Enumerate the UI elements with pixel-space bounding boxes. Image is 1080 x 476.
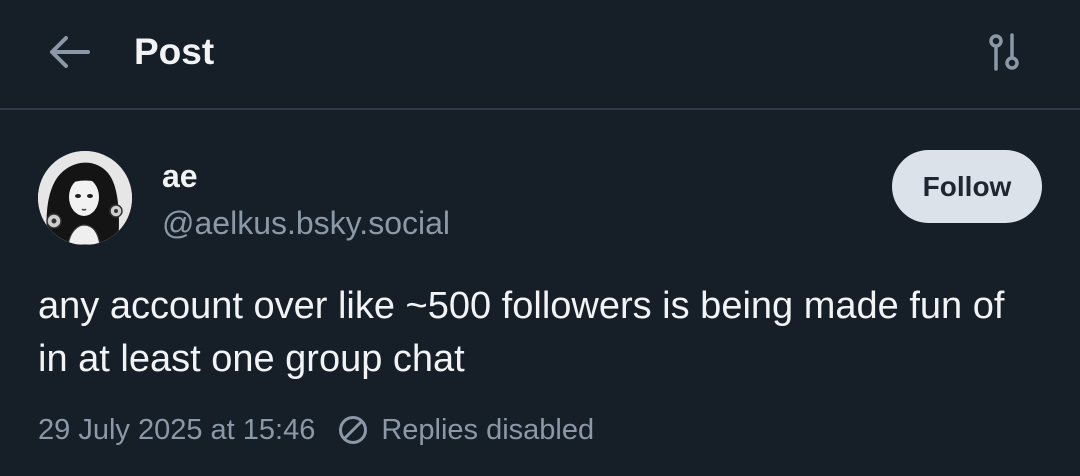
avatar[interactable] [38,151,132,245]
avatar-image [38,151,132,245]
post-timestamp[interactable]: 29 July 2025 at 15:46 [38,414,315,447]
replies-status: Replies disabled [381,413,595,446]
post-meta: 29 July 2025 at 15:46 Replies disabled [38,410,594,450]
author-handle[interactable]: @aelkus.bsky.social [162,203,450,243]
arrow-left-icon [50,36,90,68]
back-button[interactable] [40,26,96,78]
post-text: any account over like ~500 followers is … [38,285,1005,380]
follow-button[interactable]: Follow [892,150,1042,223]
page-title: Post [134,31,215,72]
circle-slash-icon [337,414,369,446]
filter-button[interactable] [978,26,1030,78]
author-display-name[interactable]: ae [162,156,198,196]
header-bar: Post [0,0,1080,110]
sliders-icon [989,33,1019,71]
